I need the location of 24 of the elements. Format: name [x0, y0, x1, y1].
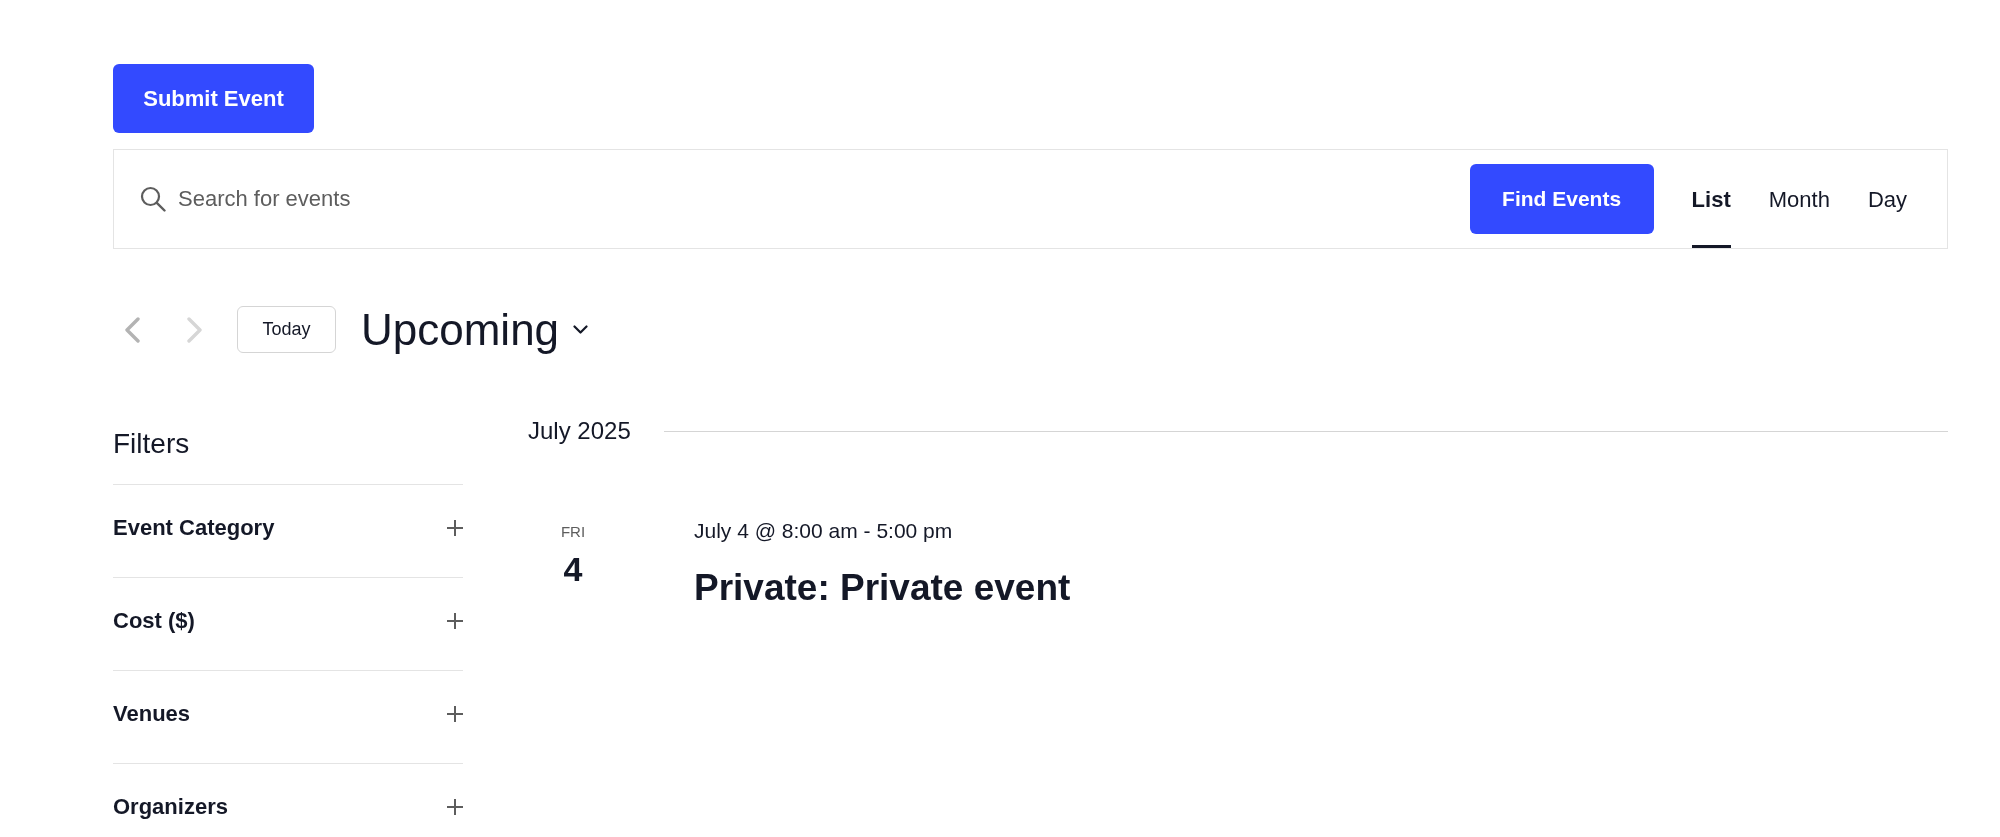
day-number: 4: [563, 550, 583, 588]
chevron-left-icon: [124, 316, 141, 343]
month-heading: July 2025: [528, 416, 631, 446]
search-field[interactable]: Search for events: [178, 179, 1470, 219]
submit-event-button[interactable]: Submit Event: [113, 64, 314, 133]
filter-toggle[interactable]: Organizers: [113, 795, 463, 819]
filters-heading: Filters: [113, 428, 190, 460]
search-icon: [140, 186, 166, 212]
date-range-dropdown[interactable]: Upcoming: [361, 304, 589, 355]
weekday-label: FRI: [560, 523, 586, 541]
today-button[interactable]: Today: [237, 306, 336, 353]
filter-toggle[interactable]: Venues: [113, 702, 463, 726]
chevron-down-icon: [573, 325, 589, 334]
chevron-right-icon: [186, 316, 203, 343]
event-time: July 4 @ 8:00 am - 5:00 pm: [694, 519, 953, 543]
view-tab[interactable]: List: [1691, 150, 1731, 248]
view-tab[interactable]: Day: [1867, 150, 1907, 248]
event-title-link[interactable]: Private: Private event: [694, 566, 1071, 610]
filter-toggle[interactable]: Cost ($): [113, 609, 463, 633]
search-bar[interactable]: Search for events Find Events List Month Day: [113, 149, 1948, 249]
find-events-button[interactable]: Find Events: [1469, 164, 1654, 234]
previous-button[interactable]: [124, 316, 141, 343]
view-tab[interactable]: Month: [1768, 150, 1830, 248]
filter-toggle[interactable]: Event Category: [113, 516, 463, 540]
